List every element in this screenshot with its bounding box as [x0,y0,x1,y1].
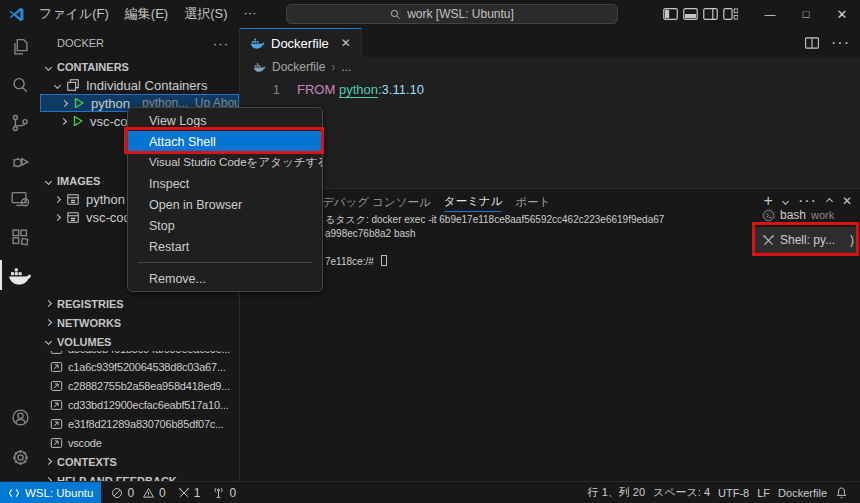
terminal-output[interactable]: るタスク: docker exec -it 6b9e17e118ce8aaf56… [325,213,664,269]
tree-item-volume[interactable]: c28882755b2a58ea958d418ed9... [40,376,239,395]
volume-icon [50,399,63,411]
menu-item-stop[interactable]: Stop [128,215,322,236]
tree-item-volume[interactable]: c1a6c939f520064538d8c03a67... [40,357,239,376]
tools-status[interactable]: 1 [178,486,201,500]
cursor-position[interactable]: 行 1、列 20 [588,485,645,500]
menu-item-remove[interactable]: Remove... [128,268,322,289]
toggle-secondary-sidebar-icon[interactable] [703,8,718,20]
volume-icon [50,380,63,392]
image-icon [66,193,80,206]
run-and-debug-icon[interactable] [0,142,40,180]
section-networks[interactable]: NETWORKS [40,313,239,332]
sidebar-title: DOCKER [57,37,104,49]
image-icon [66,211,80,224]
customize-layout-icon[interactable] [723,8,738,20]
tree-item-volume[interactable]: e31f8d21289a830706b85df07c... [40,414,239,433]
panel-tab-debug-console[interactable]: デバッグ コンソール [322,193,431,212]
extensions-icon[interactable] [0,218,40,256]
container-running-icon [73,97,85,109]
docker-file-icon [253,62,266,72]
editor-area: Dockerfile ✕ ··· Dockerfile › ... 1 FROM… [240,28,860,188]
tree-item-individual-containers[interactable]: Individual Containers [40,76,239,94]
terminal-cursor [381,255,387,266]
container-running-icon [72,115,84,127]
menu-separator [138,262,312,263]
explorer-icon[interactable] [0,28,40,66]
split-editor-icon[interactable] [805,37,819,49]
tools-icon [178,487,190,499]
language-mode[interactable]: Dockerfile [778,487,827,499]
sidebar-more-actions-icon[interactable]: ··· [213,36,229,51]
panel-tab-ports[interactable]: ポート [515,193,550,212]
volume-icon [50,351,63,355]
tab-close-icon[interactable]: ✕ [341,36,351,50]
panel-tab-terminal[interactable]: ターミナル [444,192,503,212]
settings-gear-icon[interactable] [0,437,40,477]
warning-icon [142,487,155,499]
eol[interactable]: LF [757,487,770,499]
volume-icon [50,437,63,449]
menu-file[interactable]: ファイル(F) [31,3,117,25]
remote-explorer-icon[interactable] [0,180,40,218]
breadcrumb[interactable]: Dockerfile › ... [240,57,860,77]
code-line-1[interactable]: 1 FROM python:3.11.10 [240,80,860,99]
menu-bar: ファイル(F) 編集(E) 選択(S) ··· [31,3,265,25]
code-keyword: FROM [297,82,335,97]
section-registries[interactable]: REGISTRIES [40,294,239,313]
maximize-button[interactable]: □ [788,0,824,28]
toggle-panel-icon[interactable] [683,8,698,20]
title-bar: ファイル(F) 編集(E) 選択(S) ··· ← → work [WSL: U… [0,0,860,28]
menu-item-open-in-browser[interactable]: Open in Browser [128,194,322,215]
code-tag: 3.11.10 [382,82,424,97]
menu-more[interactable]: ··· [236,3,265,25]
notifications-bell-icon[interactable] [835,486,848,499]
minimize-button[interactable]: — [752,0,788,28]
account-icon[interactable] [0,397,40,437]
search-icon[interactable] [0,66,40,104]
remote-icon [8,487,20,499]
status-bar: WSL: Ubuntu 0 0 1 0 行 1、列 20 スペース: 4 UTF… [0,481,860,503]
menu-item-restart[interactable]: Restart [128,236,322,257]
tab-dockerfile[interactable]: Dockerfile ✕ [240,28,362,57]
docker-file-icon [250,37,265,49]
ports-status[interactable]: 0 [212,486,236,500]
tree-item-volume-vscode[interactable]: vscode [40,433,239,452]
remote-indicator[interactable]: WSL: Ubuntu [0,482,101,503]
tree-item-volume[interactable]: cd33bd12900ecfac6eabf517a10... [40,395,239,414]
annotation-box-shell-terminal [752,222,859,256]
menu-selection[interactable]: 選択(S) [176,3,235,25]
volume-icon [50,361,63,373]
search-icon [390,9,401,20]
annotation-box-attach-shell [124,127,324,154]
error-icon [111,487,123,499]
indentation[interactable]: スペース: 4 [653,485,710,500]
section-volumes[interactable]: VOLUMES [40,332,239,351]
editor-tab-bar: Dockerfile ✕ ··· [240,28,860,57]
encoding[interactable]: UTF-8 [718,487,749,499]
source-control-icon[interactable] [0,104,40,142]
close-button[interactable]: ✕ [824,0,860,28]
section-containers[interactable]: CONTAINERS [40,58,239,76]
section-contexts[interactable]: CONTEXTS [40,452,239,471]
search-text: work [WSL: Ubuntu] [407,7,514,21]
menu-edit[interactable]: 編集(E) [117,3,176,25]
menu-item-attach-vscode[interactable]: Visual Studio Codeをアタッチする [128,152,322,173]
volume-icon [50,418,63,430]
toggle-sidebar-icon[interactable] [663,8,678,20]
section-help-and-feedback[interactable]: HELP AND FEEDBACK [40,471,239,481]
vscode-logo-icon [8,6,25,23]
editor-more-actions-icon[interactable]: ··· [831,34,850,52]
menu-item-inspect[interactable]: Inspect [128,173,322,194]
problems-status[interactable]: 0 0 [111,486,165,500]
radio-tower-icon [212,487,225,499]
activity-bar [0,28,40,481]
code-image-link[interactable]: python [339,82,378,98]
bash-icon [762,209,775,222]
group-icon [66,78,80,92]
command-center-search[interactable]: work [WSL: Ubuntu] [286,4,618,24]
docker-icon[interactable] [0,256,40,294]
